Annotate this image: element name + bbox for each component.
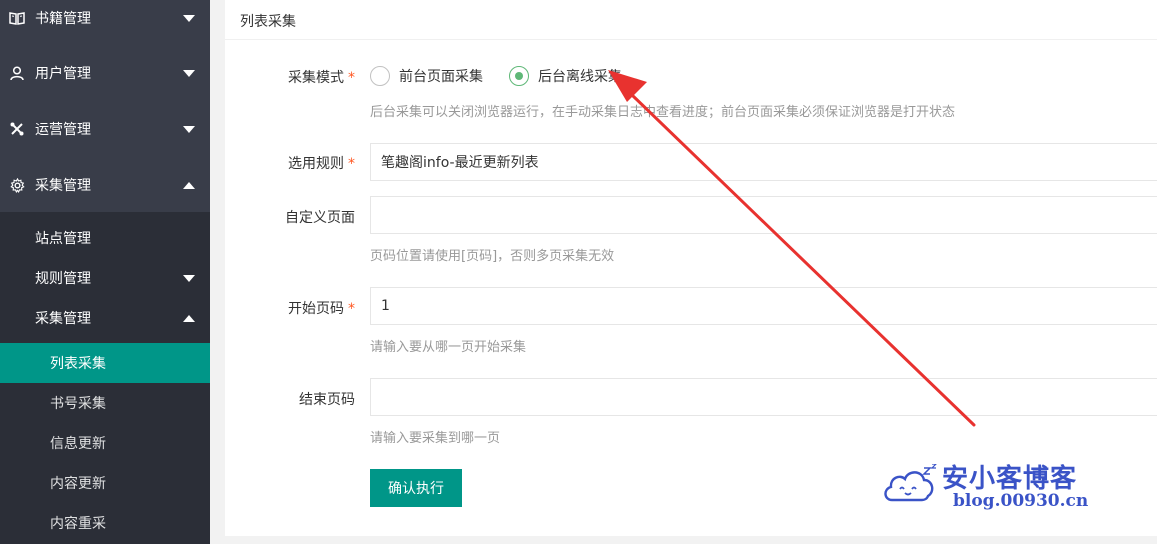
chevron-down-icon [183,14,195,22]
nav-ops[interactable]: 运营管理 [0,101,210,157]
menu-info-update[interactable]: 信息更新 [0,423,210,463]
rule-select[interactable] [370,143,1157,181]
custom-page-input[interactable] [370,196,1157,234]
start-page-input[interactable] [370,287,1157,325]
gear-icon [9,177,25,193]
book-icon [9,10,25,26]
sub-collect-mgmt-label: 采集管理 [35,311,91,327]
menu-item-label: 内容重采 [50,516,106,532]
sub-collect-mgmt[interactable]: 采集管理 [0,298,210,338]
end-page-input[interactable] [370,378,1157,416]
required-mark: * [348,156,355,172]
nav-collect[interactable]: 采集管理 [0,157,210,213]
radio-circle [370,66,390,86]
start-label-text: 开始页码 [288,301,344,317]
start-label: 开始页码 * [225,298,355,318]
nav-books-label: 书籍管理 [35,11,91,27]
chevron-down-icon [183,69,195,77]
required-mark: * [348,301,355,317]
chevron-down-icon [183,274,195,282]
custom-label: 自定义页面 [285,210,355,226]
form-card: 列表采集 采集模式 * 前台页面采集 后台离线采集 后台采集可以关闭浏览器运行，在… [225,0,1157,536]
watermark: 安小客博客 blog.00930.cn [880,458,1100,518]
watermark-url: blog.00930.cn [953,491,1089,511]
rule-label-text: 选用规则 [288,156,344,172]
mode-label: 采集模式 * [225,67,355,87]
nav-ops-label: 运营管理 [35,122,91,138]
sub-rules[interactable]: 规则管理 [0,258,210,298]
menu-item-label: 书号采集 [50,396,106,412]
sub-sites-label: 站点管理 [35,231,91,247]
rule-label: 选用规则 * [225,153,355,173]
menu-item-label: 内容更新 [50,476,106,492]
page-title: 列表采集 [240,14,296,30]
menu-content-update[interactable]: 内容更新 [0,463,210,503]
sub-sites[interactable]: 站点管理 [0,218,210,258]
chevron-up-icon [183,314,195,322]
menu-item-label: 信息更新 [50,436,106,452]
nav-users[interactable]: 用户管理 [0,45,210,101]
radio-frontend[interactable]: 前台页面采集 [370,66,483,86]
chevron-down-icon [183,125,195,133]
radio-backend-label: 后台离线采集 [538,69,622,85]
mode-help: 后台采集可以关闭浏览器运行，在手动采集日志中查看进度；前台页面采集必须保证浏览器… [370,105,956,120]
menu-list-collect[interactable]: 列表采集 [0,343,210,383]
card-header: 列表采集 [225,0,1157,40]
chevron-up-icon [183,181,195,189]
nav-books[interactable]: 书籍管理 [0,0,210,46]
tools-icon [9,121,25,137]
radio-circle [509,66,529,86]
radio-frontend-label: 前台页面采集 [399,69,483,85]
menu-content-recollect[interactable]: 内容重采 [0,503,210,543]
sub-rules-label: 规则管理 [35,271,91,287]
collect-submenu: 站点管理 规则管理 采集管理 列表采集 书号采集 信息更新 内容更新 内容重采 [0,212,210,544]
user-icon [9,65,25,81]
sidebar: 书籍管理 用户管理 运营管理 采集管理 站点管理 规则管理 采集管理 列表采集 … [0,0,210,544]
nav-users-label: 用户管理 [35,66,91,82]
required-mark: * [348,70,355,86]
nav-collect-label: 采集管理 [35,178,91,194]
menu-isbn-collect[interactable]: 书号采集 [0,383,210,423]
watermark-title: 安小客博客 [942,464,1078,494]
end-help: 请输入要采集到哪一页 [370,431,501,446]
radio-backend[interactable]: 后台离线采集 [509,66,622,86]
custom-help: 页码位置请使用[页码]，否则多页采集无效 [370,249,615,264]
mode-label-text: 采集模式 [288,70,344,86]
menu-item-label: 列表采集 [50,356,106,372]
start-help: 请输入要从哪一页开始采集 [370,340,527,355]
cloud-logo-icon [884,464,937,502]
end-label: 结束页码 [299,392,355,408]
submit-button[interactable]: 确认执行 [370,469,462,507]
